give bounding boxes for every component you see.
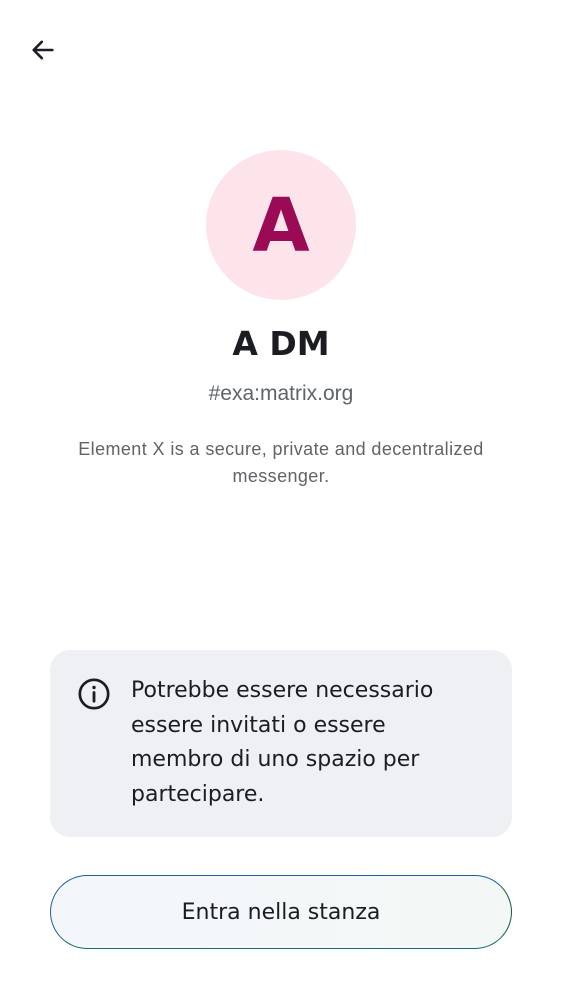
- avatar-initial: A: [252, 183, 310, 269]
- join-notice: Potrebbe essere necessario essere invita…: [50, 650, 512, 837]
- info-icon: [78, 678, 110, 710]
- back-button[interactable]: [22, 30, 64, 70]
- join-room-button[interactable]: Entra nella stanza: [50, 875, 512, 949]
- room-name: A DM: [232, 324, 330, 363]
- join-room-label: Entra nella stanza: [181, 899, 381, 925]
- room-avatar: A: [206, 150, 356, 300]
- room-alias: #exa:matrix.org: [208, 382, 354, 405]
- arrow-left-icon: [32, 40, 54, 60]
- notice-text: Potrebbe essere necessario essere invita…: [131, 678, 434, 807]
- room-topic: Element X is a secure, private and decen…: [78, 439, 484, 486]
